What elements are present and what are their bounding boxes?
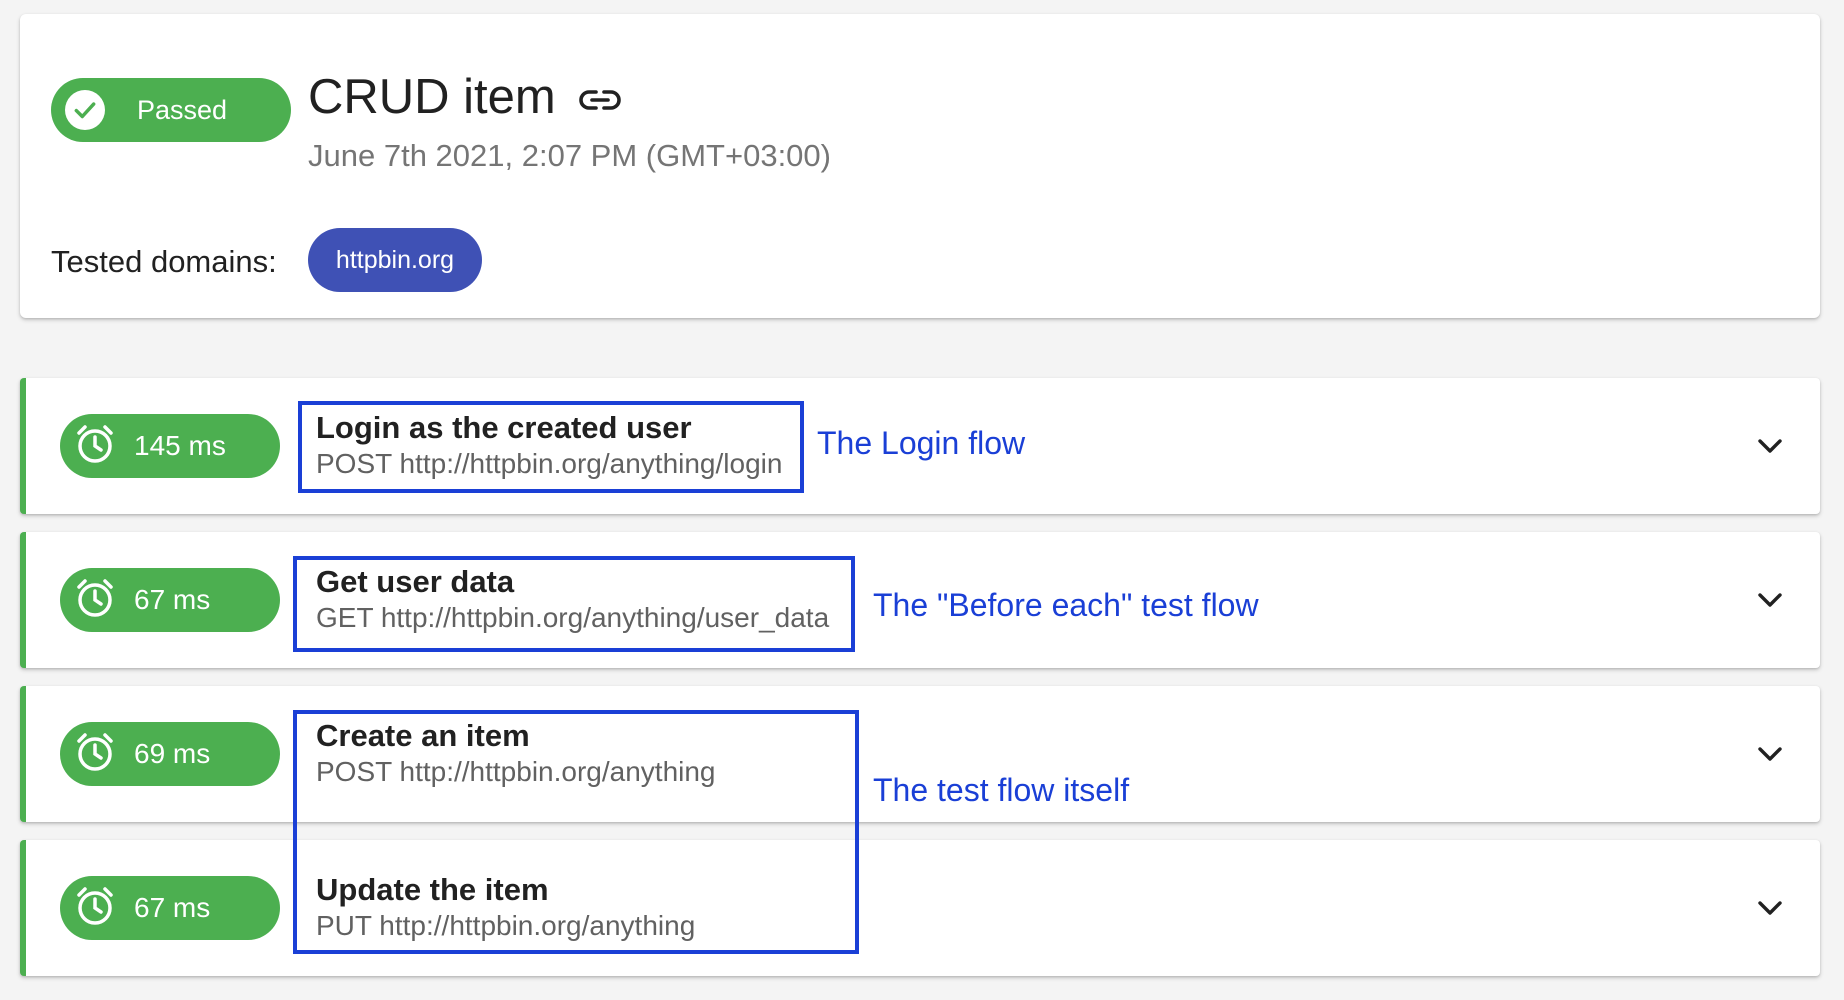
- duration-label: 145 ms: [134, 430, 226, 461]
- run-timestamp: June 7th 2021, 2:07 PM (GMT+03:00): [308, 138, 831, 173]
- check-circle-icon: [65, 90, 105, 130]
- duration-label: 67 ms: [134, 892, 211, 923]
- tested-domains-label: Tested domains:: [51, 244, 277, 279]
- link-icon[interactable]: [578, 88, 622, 112]
- alarm-clock-icon: [74, 577, 116, 624]
- test-summary-card: Passed CRUD item June 7th 2021, 2:07 PM …: [20, 14, 1820, 318]
- duration-badge: 67 ms: [60, 568, 280, 632]
- status-badge: Passed: [51, 78, 291, 142]
- chevron-down-icon[interactable]: [1754, 584, 1786, 616]
- duration-badge: 67 ms: [60, 876, 280, 940]
- login-flow-annotation: The Login flow: [817, 425, 1026, 461]
- status-label: Passed: [137, 94, 228, 125]
- duration-label: 67 ms: [134, 584, 211, 615]
- alarm-clock-icon: [74, 731, 116, 778]
- page-title: CRUD item: [308, 69, 622, 125]
- chevron-down-icon[interactable]: [1754, 892, 1786, 924]
- alarm-clock-icon: [74, 885, 116, 932]
- duration-label: 69 ms: [134, 738, 211, 769]
- step-row[interactable]: 67 ms Update the item PUT http://httpbin…: [20, 840, 1820, 976]
- chevron-down-icon[interactable]: [1754, 738, 1786, 770]
- test-title: CRUD item: [308, 70, 556, 124]
- domain-chip[interactable]: httpbin.org: [308, 228, 482, 292]
- test-flow-annotation: The test flow itself: [873, 772, 1130, 808]
- login-flow-highlight: [298, 401, 804, 493]
- duration-badge: 69 ms: [60, 722, 280, 786]
- chevron-down-icon[interactable]: [1754, 430, 1786, 462]
- before-each-flow-annotation: The "Before each" test flow: [873, 587, 1259, 623]
- before-each-flow-highlight: [293, 556, 855, 652]
- test-flow-highlight: [293, 710, 859, 954]
- alarm-clock-icon: [74, 423, 116, 470]
- duration-badge: 145 ms: [60, 414, 280, 478]
